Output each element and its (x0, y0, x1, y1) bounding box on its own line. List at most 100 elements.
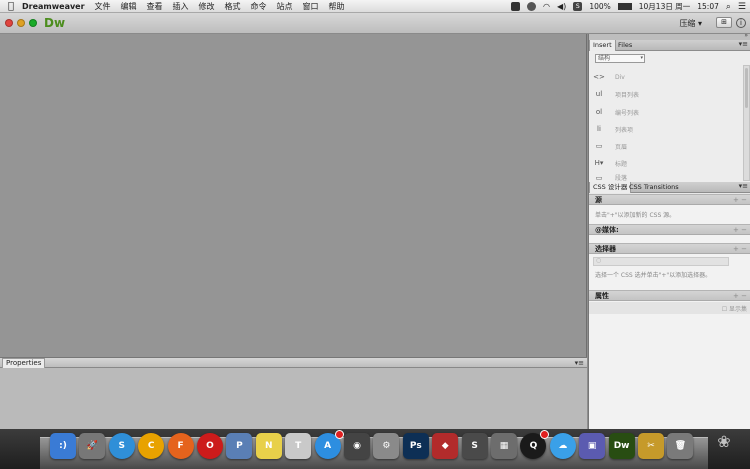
insert-panel-menu[interactable]: ▾≡ (739, 40, 748, 48)
battery-percent[interactable]: 100% (589, 2, 610, 11)
tab-css-designer[interactable]: CSS 设计器 (589, 182, 632, 193)
menu-app-name[interactable]: Dreamweaver (22, 2, 85, 11)
insert-item-header[interactable]: ▭ 页眉 (593, 140, 739, 152)
paragraph-icon: ▭ (595, 173, 603, 182)
battery-icon[interactable] (617, 3, 632, 10)
scrollbar-thumb[interactable] (745, 68, 748, 108)
selectors-header[interactable]: 选择器 + − (589, 243, 750, 254)
dock-icon-glyph: N (265, 441, 273, 451)
cut-tool-icon[interactable]: ✂ (638, 433, 664, 459)
menu-format[interactable]: 格式 (225, 1, 241, 12)
right-panel-group: » Insert Files ▾≡ 结构 ▾ <> Div ul 项目列表 ol… (588, 32, 750, 429)
properties-panel-menu[interactable]: ▾≡ (575, 359, 584, 367)
insert-item-ol[interactable]: ol 编号列表 (593, 106, 739, 118)
menu-commands[interactable]: 命令 (251, 1, 267, 12)
insert-item-li[interactable]: li 列表项 (593, 123, 739, 135)
app-toolbar: Dw 压缩 ▾ ⊞ i (0, 13, 750, 34)
photoshop-icon[interactable]: Ps (402, 433, 429, 459)
finder-icon[interactable]: :) (50, 433, 76, 459)
properties-header[interactable]: 属性 + − (589, 290, 750, 301)
properties-title: 属性 (595, 292, 609, 300)
dock-icon-glyph: Dw (613, 441, 630, 451)
insert-category-select[interactable]: 结构 ▾ (595, 54, 645, 63)
insert-scrollbar[interactable] (743, 65, 750, 181)
heading-icon: H▾ (594, 159, 604, 167)
sources-add-remove[interactable]: + − (733, 195, 747, 205)
menu-window[interactable]: 窗口 (303, 1, 319, 12)
appstore-icon[interactable]: A (314, 430, 344, 459)
dreamweaver-logo: Dw (44, 16, 66, 30)
system-preferences-icon[interactable]: ⚙ (373, 433, 400, 459)
insert-panel: 结构 ▾ <> Div ul 项目列表 ol 编号列表 li 列表项 ▭ 页眉 … (589, 51, 750, 182)
safari-icon[interactable]: S (108, 433, 135, 459)
selector-filter-input[interactable]: ○ (593, 257, 729, 266)
textedit-icon[interactable]: T (285, 433, 312, 459)
selectors-add-remove[interactable]: + − (733, 244, 747, 254)
photo-booth-icon[interactable]: ◉ (344, 433, 370, 459)
dock-icon-glyph: :) (59, 441, 67, 451)
menu-site[interactable]: 站点 (277, 1, 293, 12)
media-header[interactable]: @媒体: + − (589, 224, 750, 235)
menu-bar:  Dreamweaver 文件 编辑 查看 插入 修改 格式 命令 站点 窗口… (0, 0, 750, 13)
sublime-icon[interactable]: S (461, 433, 488, 459)
insert-item-label: Div (615, 73, 625, 81)
minimize-window-button[interactable] (17, 19, 25, 27)
preview-icon[interactable]: P (226, 433, 253, 459)
trash-icon[interactable]: 🗑 (667, 433, 694, 459)
preview-2-icon[interactable]: ▣ (579, 433, 606, 459)
zoom-window-button[interactable] (29, 19, 37, 27)
menu-view[interactable]: 查看 (147, 1, 163, 12)
spotlight-icon[interactable]: ⌕ (726, 2, 731, 12)
notes-icon[interactable]: N (255, 433, 282, 459)
sync-settings-button[interactable]: ⊞ (716, 17, 732, 28)
dock-icon-glyph: F (177, 441, 184, 451)
menu-file[interactable]: 文件 (95, 1, 111, 12)
sources-header[interactable]: 源 + − (589, 194, 750, 205)
notification-center-icon[interactable]: ☰ (738, 2, 746, 12)
info-icon[interactable]: i (736, 18, 746, 28)
firefox-icon[interactable]: F (167, 433, 194, 459)
tab-insert[interactable]: Insert (589, 40, 616, 51)
tab-files[interactable]: Files (615, 40, 635, 51)
document-area[interactable] (0, 34, 587, 357)
media-add-remove[interactable]: + − (733, 225, 747, 235)
weather-icon[interactable]: ☁ (549, 433, 576, 459)
chrome-icon[interactable]: C (138, 433, 165, 459)
collapse-arrows-icon[interactable]: » (744, 32, 748, 39)
finder-window-icon[interactable]: ▦ (491, 433, 517, 459)
close-window-button[interactable] (5, 19, 13, 27)
workspace-switcher[interactable]: 压缩 ▾ (679, 18, 702, 29)
chevron-down-icon: ▾ (640, 55, 643, 61)
css-panel-menu[interactable]: ▾≡ (739, 182, 748, 190)
dock-icon-glyph: 🚀 (86, 441, 98, 451)
menu-help[interactable]: 帮助 (329, 1, 345, 12)
insert-item-ul[interactable]: ul 项目列表 (593, 88, 739, 100)
dock-icon-glyph: S (471, 441, 478, 451)
clock-date[interactable]: 10月13日 周一 (639, 1, 690, 12)
dreamweaver-icon[interactable]: Dw (608, 433, 635, 459)
insert-item-paragraph[interactable]: ▭ 段落 (593, 173, 739, 183)
status-area: ◠ ◀) S 100% 10月13日 周一 15:07 ⌕ ☰ (511, 0, 746, 13)
workspace-label: 压缩 (679, 19, 696, 28)
selectors-title: 选择器 (595, 245, 616, 253)
menu-insert[interactable]: 插入 (173, 1, 189, 12)
show-set-checkbox[interactable]: ☐ 显示集 (722, 304, 747, 313)
tab-properties[interactable]: Properties (2, 358, 46, 368)
wifi-icon[interactable]: ◠ (543, 2, 550, 11)
photo-app-icon[interactable]: ◆ (432, 433, 459, 459)
tab-css-transitions[interactable]: CSS Transitions (626, 182, 682, 193)
launchpad-icon[interactable]: 🚀 (79, 433, 106, 459)
qq-status-icon[interactable] (527, 2, 537, 11)
opera-icon[interactable]: O (197, 433, 223, 459)
clock-time[interactable]: 15:07 (697, 2, 719, 11)
s-app-icon[interactable]: S (573, 2, 583, 11)
chevron-down-icon: ▾ (697, 19, 702, 28)
evernote-icon[interactable] (511, 2, 521, 11)
menu-edit[interactable]: 编辑 (121, 1, 137, 12)
volume-icon[interactable]: ◀) (557, 2, 566, 11)
properties-add-remove[interactable]: + − (733, 291, 747, 301)
insert-item-heading[interactable]: H▾ 标题 (593, 157, 739, 169)
insert-item-div[interactable]: <> Div (593, 71, 739, 83)
apple-icon[interactable]:  (0, 1, 22, 12)
menu-modify[interactable]: 修改 (199, 1, 215, 12)
